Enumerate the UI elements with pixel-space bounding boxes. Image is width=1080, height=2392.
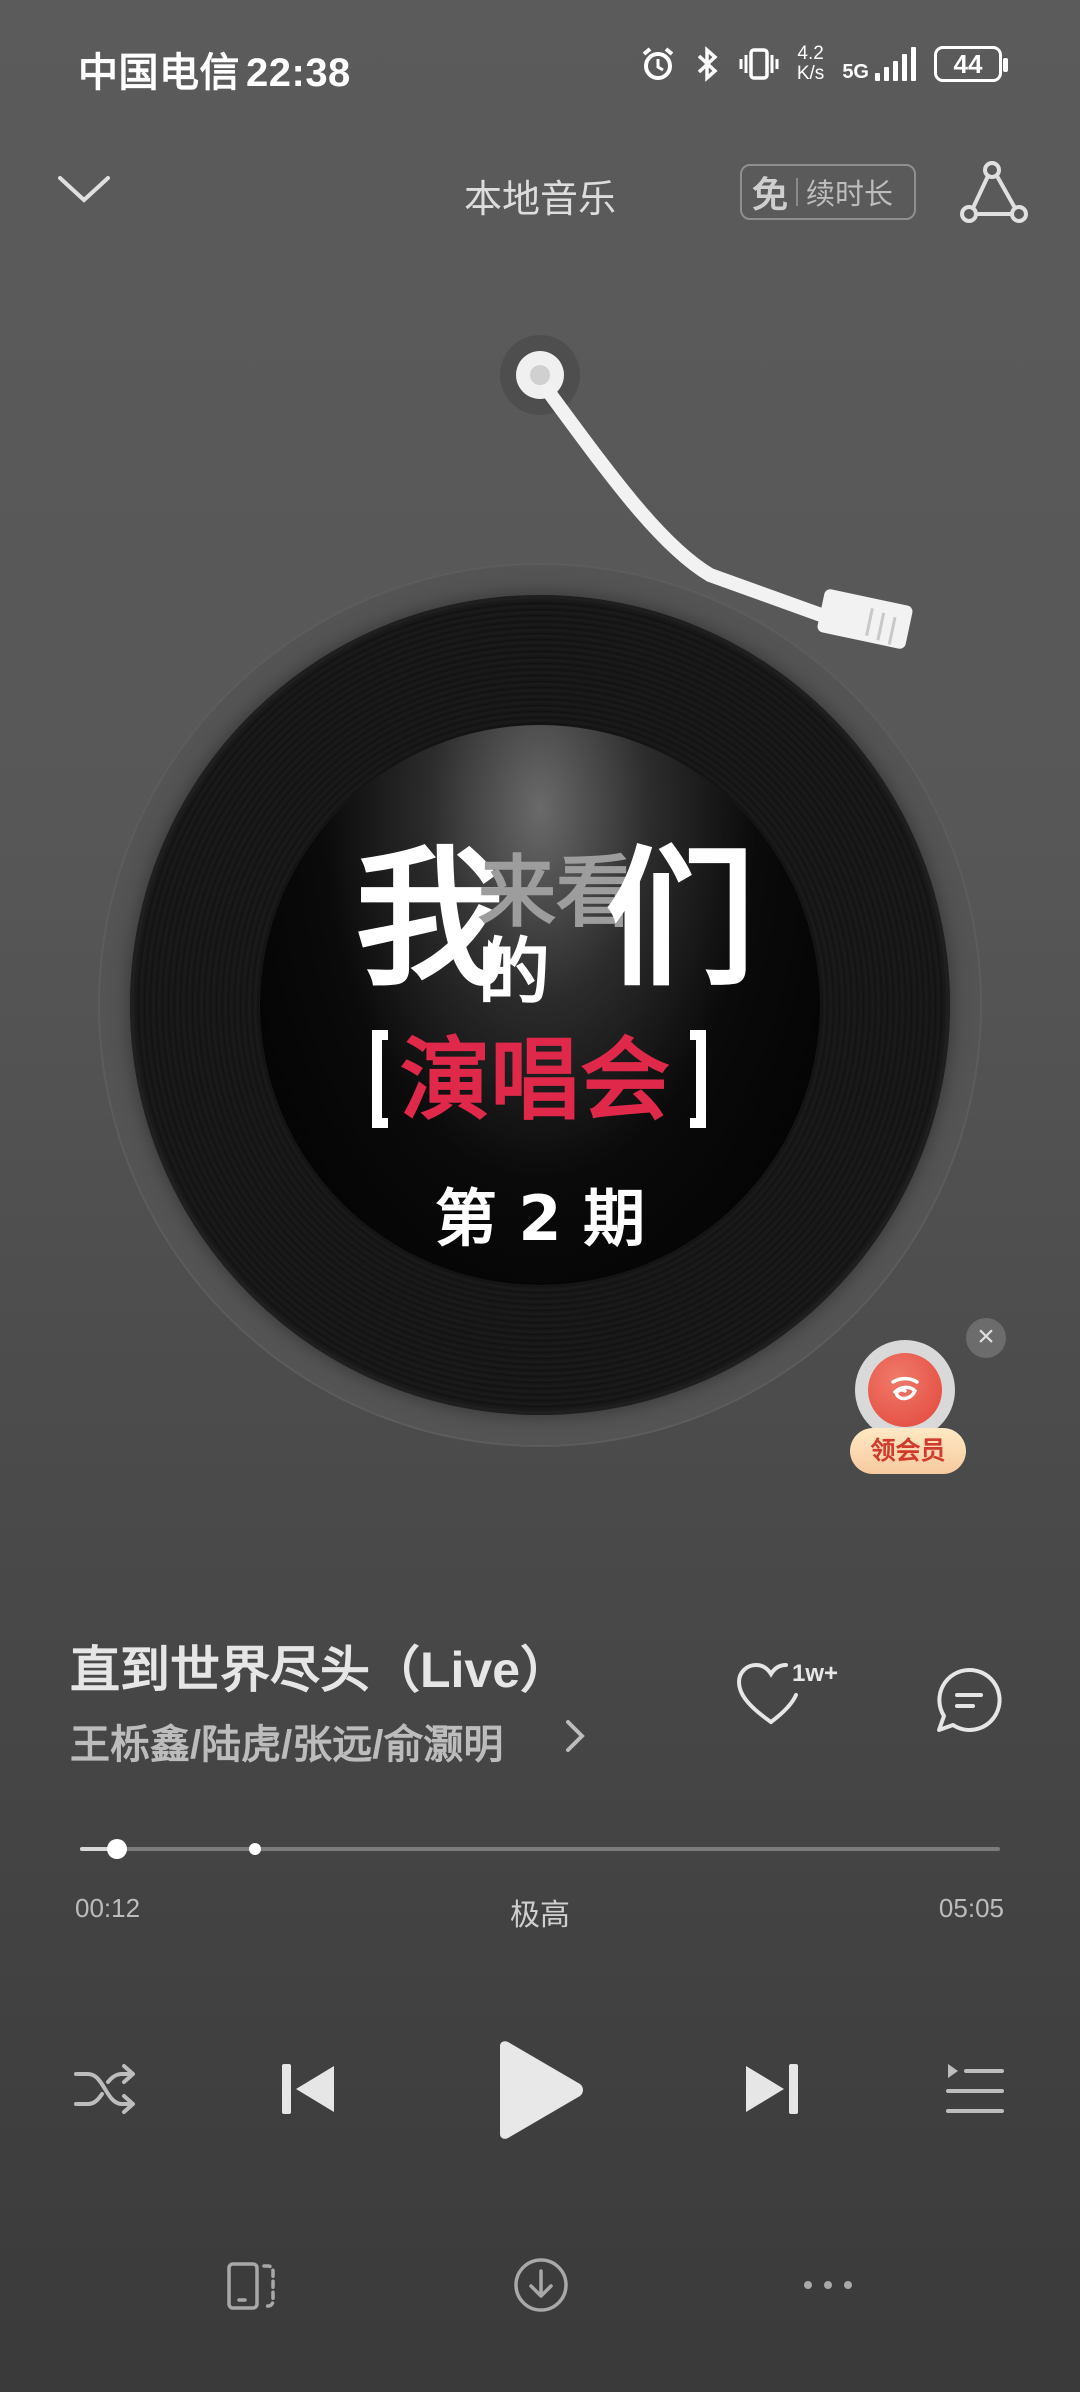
- signal-icon: 5G: [842, 47, 916, 83]
- previous-icon[interactable]: [278, 2058, 340, 2120]
- vip-float-button[interactable]: [855, 1340, 955, 1440]
- share-icon[interactable]: [960, 160, 1030, 226]
- song-title: 直到世界尽头（Live）: [70, 1642, 571, 1698]
- album-art-episode: 第 2 期: [434, 1182, 646, 1255]
- progress-track[interactable]: [80, 1847, 1000, 1851]
- album-art-men: 们: [605, 833, 756, 1007]
- duration: 05:05: [938, 1893, 1004, 1923]
- vip-close-button[interactable]: ×: [966, 1318, 1006, 1358]
- vip-logo-icon: [868, 1353, 942, 1427]
- shuffle-icon[interactable]: [72, 2058, 138, 2120]
- album-art-yanchang: 演唱会: [400, 1028, 670, 1133]
- album-art-bracket-right: [690, 1030, 706, 1128]
- tonearm: [490, 325, 940, 655]
- net-speed-value: 4.2: [797, 43, 824, 64]
- vip-extend-button[interactable]: 免 续时长: [740, 164, 916, 220]
- play-icon[interactable]: [494, 2040, 586, 2140]
- album-art-bracket-left: [372, 1030, 388, 1128]
- next-icon[interactable]: [740, 2058, 802, 2120]
- page-title: 本地音乐: [463, 179, 616, 221]
- playlist-icon[interactable]: [944, 2060, 1006, 2118]
- carrier-label: 中国电信: [78, 51, 240, 95]
- vip-divider: [796, 178, 799, 206]
- net-speed-unit: K/s: [796, 63, 825, 84]
- device-cast-icon[interactable]: [224, 2258, 280, 2314]
- network-type: 5G: [842, 61, 869, 83]
- progress-marker: [248, 1843, 261, 1855]
- status-right: 4.2 K/s 5G 44: [639, 44, 1008, 84]
- bluetooth-icon: [695, 45, 721, 83]
- clock: 22:38: [246, 51, 351, 95]
- status-bar: 中国电信 22:38 4.2 K/s 5G 44: [0, 0, 1080, 130]
- net-speed: 4.2 K/s: [797, 44, 824, 84]
- vip-free-label: 免: [752, 174, 789, 215]
- download-icon[interactable]: [512, 2256, 570, 2314]
- vip-extend-label: 续时长: [806, 179, 894, 211]
- song-artists[interactable]: 王栎鑫/陆虎/张远/俞灏明: [70, 1712, 550, 1770]
- more-options-icon[interactable]: [800, 2270, 856, 2300]
- vip-claim-badge[interactable]: 领会员: [850, 1428, 966, 1474]
- progress-thumb[interactable]: [106, 1839, 127, 1859]
- alarm-icon: [639, 45, 677, 83]
- audio-quality-button[interactable]: 极高: [0, 1890, 1080, 1934]
- album-art-de: 的: [478, 930, 551, 1014]
- vibrate-icon: [739, 45, 779, 83]
- status-left: 中国电信 22:38: [78, 40, 357, 98]
- chevron-right-icon[interactable]: [560, 1716, 590, 1756]
- like-count: 1w+: [792, 1660, 839, 1687]
- comment-icon[interactable]: [934, 1665, 1004, 1735]
- battery-indicator: 44: [934, 46, 1008, 82]
